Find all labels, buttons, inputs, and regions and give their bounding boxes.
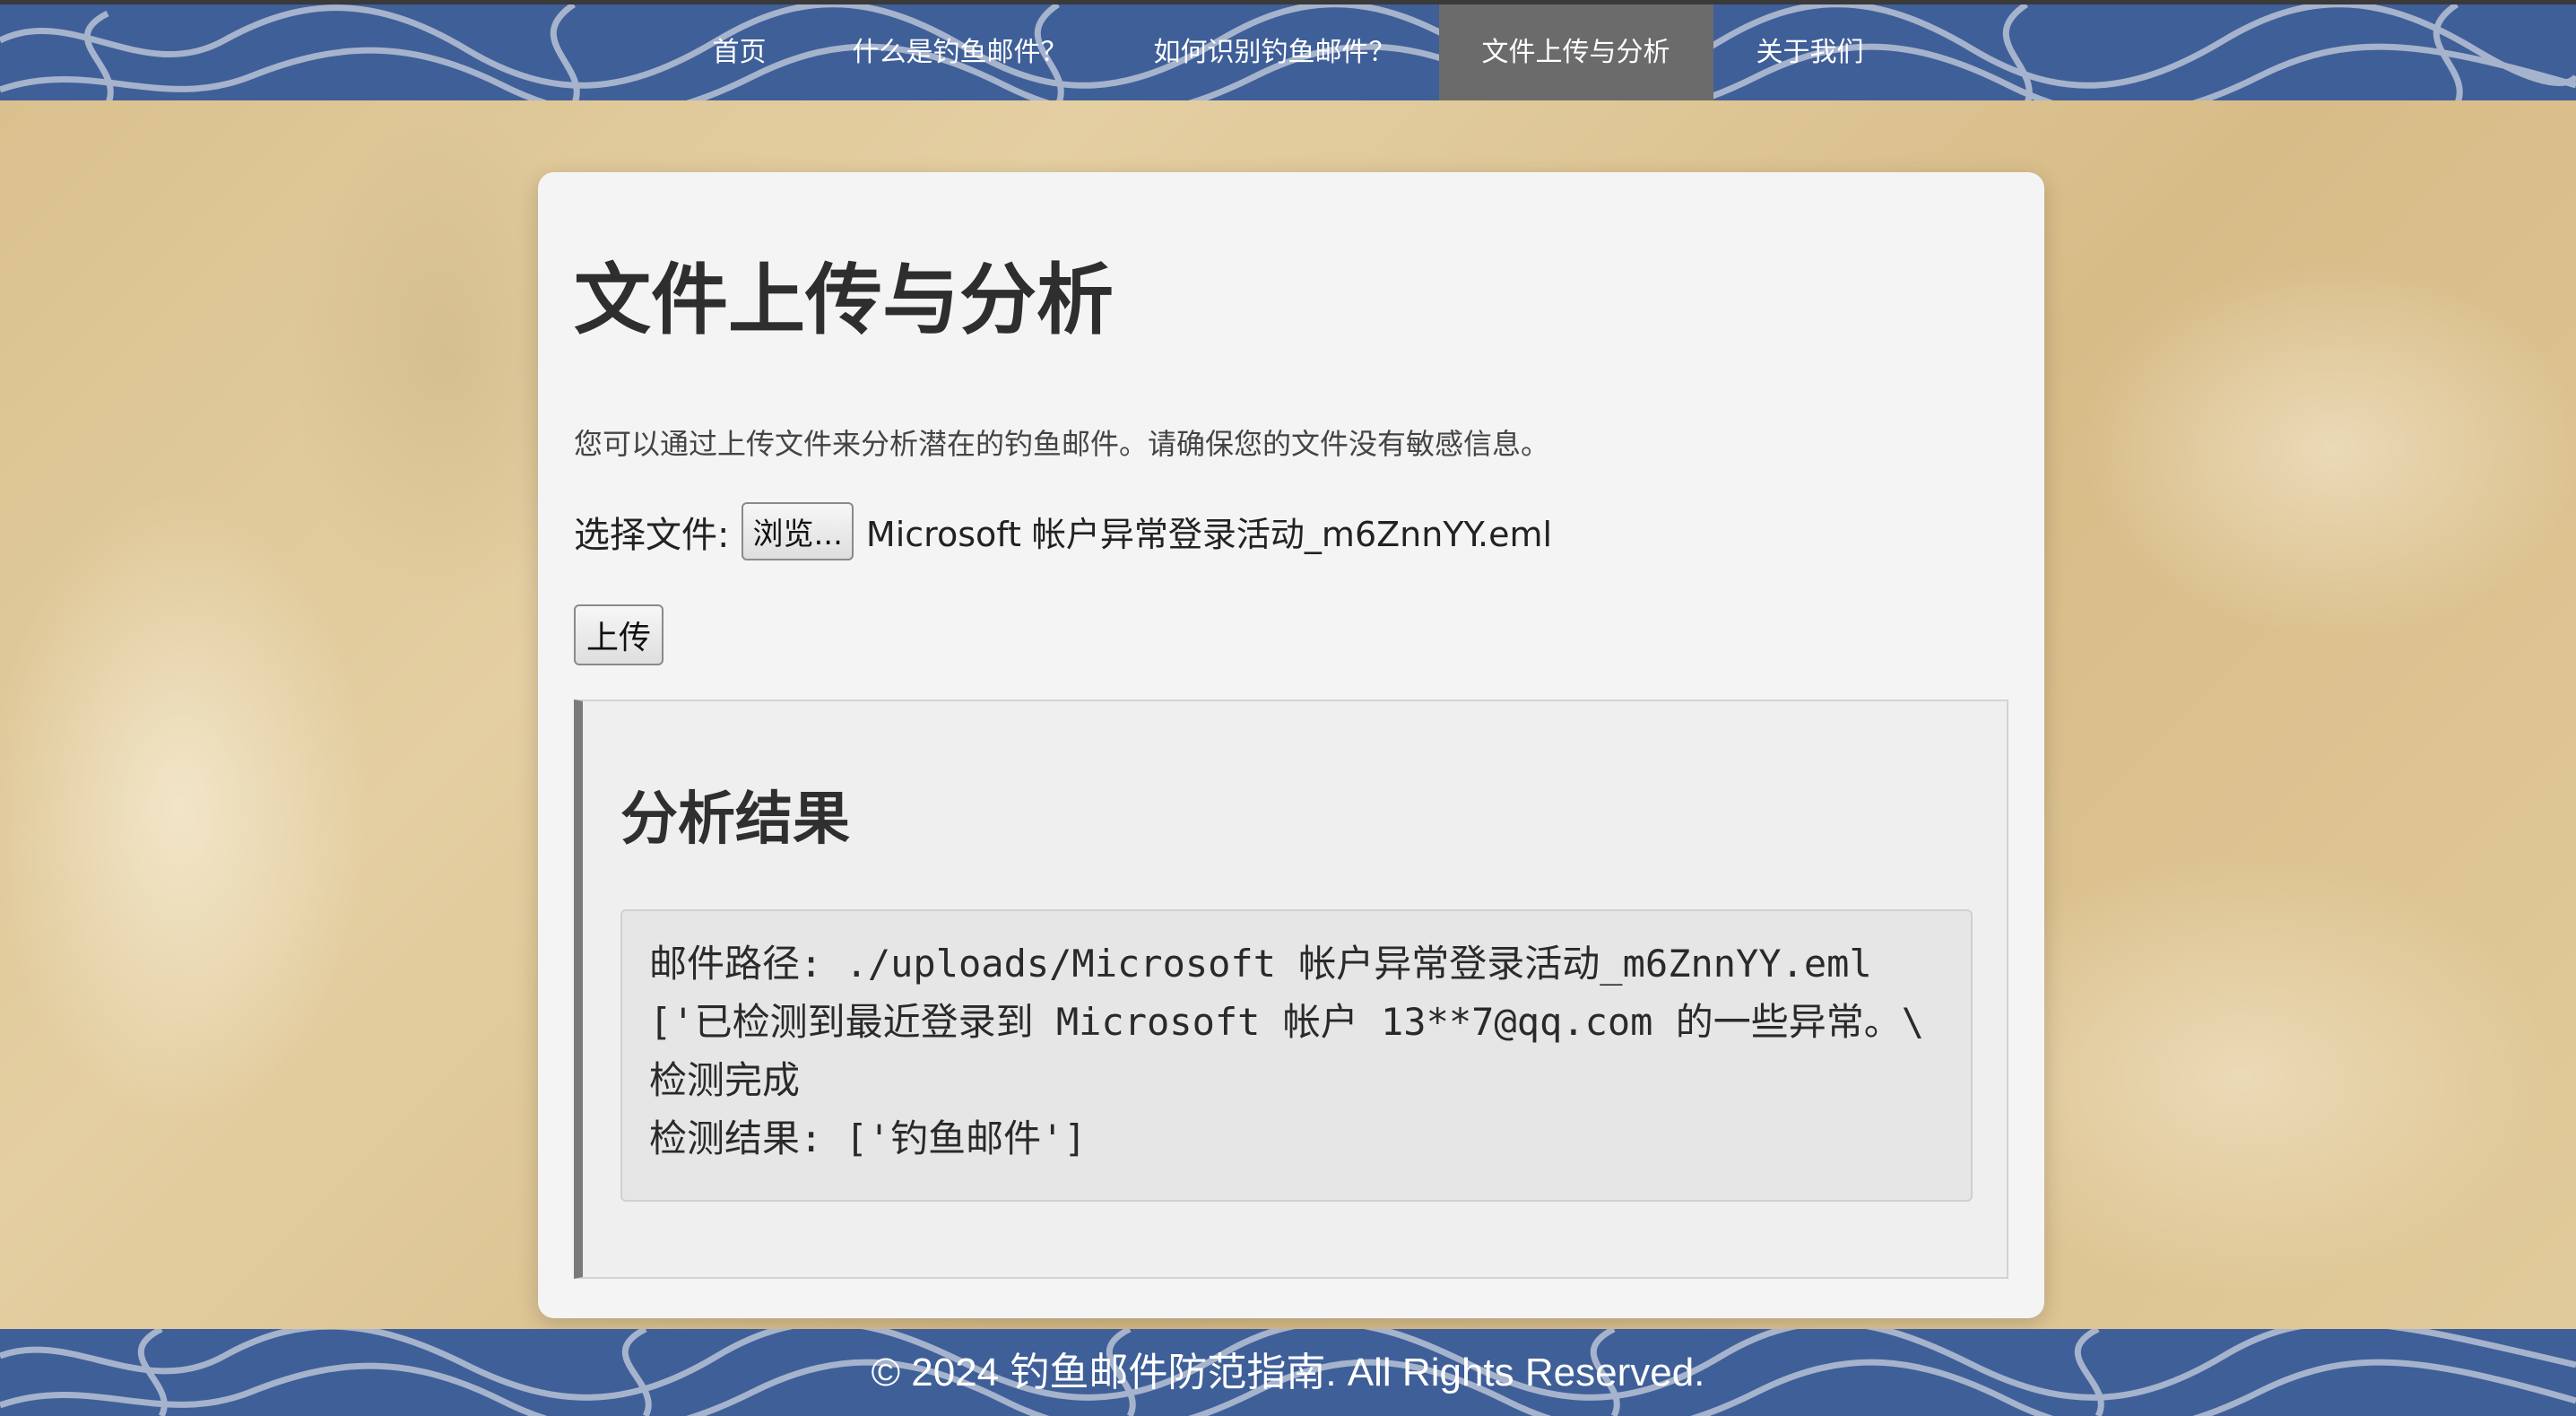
nav-menu: 首页 什么是钓鱼邮件？ 如何识别钓鱼邮件？ 文件上传与分析 关于我们	[0, 4, 2576, 100]
nav-item-what-is-phishing[interactable]: 什么是钓鱼邮件？	[810, 4, 1111, 100]
result-line: ['已检测到最近登录到 Microsoft 帐户 13**7@qq.com 的一…	[649, 1000, 1925, 1044]
nav-item-home[interactable]: 首页	[670, 4, 810, 100]
result-line: 检测完成	[649, 1058, 801, 1102]
browse-button[interactable]: 浏览...	[742, 502, 854, 560]
nav-item-upload-analysis[interactable]: 文件上传与分析	[1438, 4, 1713, 100]
footer: © 2024 钓鱼邮件防范指南. All Rights Reserved.	[0, 1329, 2576, 1416]
content-card: 文件上传与分析 您可以通过上传文件来分析潜在的钓鱼邮件。请确保您的文件没有敏感信…	[538, 172, 2044, 1318]
selected-file-name: Microsoft 帐户异常登录活动_m6ZnnYY.eml	[865, 515, 1553, 554]
result-line: 邮件路径: ./uploads/Microsoft 帐户异常登录活动_m6Znn…	[649, 942, 1872, 986]
page-title: 文件上传与分析	[574, 256, 1114, 345]
nav-item-how-to-identify[interactable]: 如何识别钓鱼邮件？	[1111, 4, 1439, 100]
upload-button[interactable]: 上传	[574, 604, 664, 665]
page-description: 您可以通过上传文件来分析潜在的钓鱼邮件。请确保您的文件没有敏感信息。	[574, 427, 1550, 461]
file-select-row: 选择文件: 浏览... Microsoft 帐户异常登录活动_m6ZnnYY.e…	[574, 502, 1552, 560]
top-nav-bar: 首页 什么是钓鱼邮件？ 如何识别钓鱼邮件？ 文件上传与分析 关于我们	[0, 0, 2576, 100]
footer-copyright: © 2024 钓鱼邮件防范指南. All Rights Reserved.	[871, 1351, 1705, 1394]
result-output: 邮件路径: ./uploads/Microsoft 帐户异常登录活动_m6Znn…	[620, 909, 1973, 1202]
result-line: 检测结果: ['钓鱼邮件']	[649, 1116, 1087, 1160]
analysis-result-panel: 分析结果 邮件路径: ./uploads/Microsoft 帐户异常登录活动_…	[574, 699, 2008, 1279]
nav-item-about-us[interactable]: 关于我们	[1713, 4, 1907, 100]
result-heading: 分析结果	[620, 786, 850, 853]
file-select-label: 选择文件:	[574, 514, 730, 556]
